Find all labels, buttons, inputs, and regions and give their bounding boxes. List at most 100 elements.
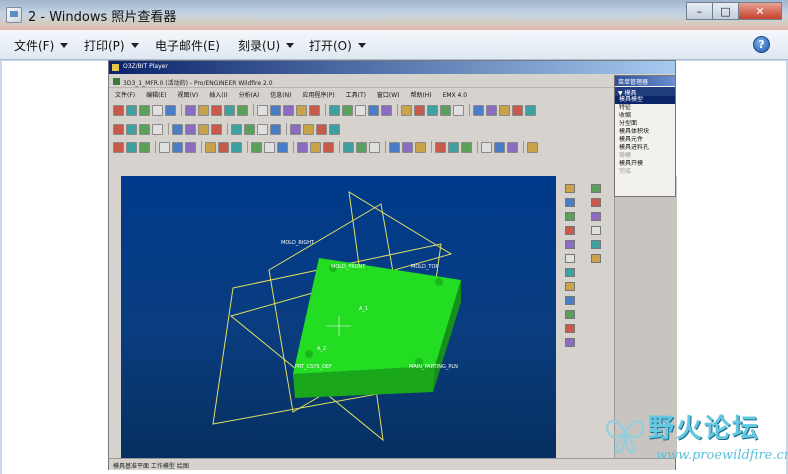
photo-menu-manager-header: 菜单管理器 xyxy=(615,76,675,86)
photo-player-title: O3Z/BIT Player xyxy=(109,61,675,74)
photo-toolbar-icon xyxy=(303,123,314,135)
photo-side-tool-icon xyxy=(565,226,575,235)
menu-open[interactable]: 打开(O) xyxy=(309,37,366,54)
maximize-button[interactable]: □ xyxy=(712,2,739,20)
photo-model-label: MOLD_FRONT xyxy=(331,264,366,270)
menu-print-label: 打印(P) xyxy=(84,39,125,53)
menu-print[interactable]: 打印(P) xyxy=(84,37,139,54)
toolbar-separator xyxy=(469,104,470,116)
photo-toolbar-icon xyxy=(527,141,538,153)
photo-toolbar-icon xyxy=(486,104,497,116)
chevron-down-icon xyxy=(60,43,69,48)
photo-menu-item: 应用程序(P) xyxy=(302,92,335,99)
menu-email[interactable]: 电子邮件(E) xyxy=(155,37,220,54)
photo-menu-manager-section: ▼ 模具 xyxy=(615,87,675,97)
toolbar-separator xyxy=(431,141,432,153)
photo-side-tool-icon xyxy=(565,198,575,207)
toolbar-separator xyxy=(339,141,340,153)
toolbar-separator xyxy=(477,141,478,153)
photo-toolbar-icon xyxy=(231,141,242,153)
photo-toolbar-icon xyxy=(113,104,124,116)
photo-toolbar-icon xyxy=(507,141,518,153)
photo-app-title: 3D3_1_MFR.0 (活动的) - Pro/ENGINEER Wildfir… xyxy=(109,76,675,88)
menu-email-label: 电子邮件(E) xyxy=(155,39,220,53)
photo-menu-manager-item: 模具元件 xyxy=(619,136,644,143)
photo-app-menu: 文件(F) 编辑(E) 视图(V) 插入(I) 分析(A) 信息(N) 应用程序… xyxy=(109,89,675,100)
photo-menu-item: 文件(F) xyxy=(115,92,136,99)
photo-side-tool-icon xyxy=(565,240,575,249)
photo-toolbar-icon xyxy=(152,104,163,116)
photo-toolbar-icon xyxy=(277,141,288,153)
photo-toolbar-2 xyxy=(113,121,342,137)
photo-toolbar-icon xyxy=(205,141,216,153)
photo-toolbar-icon xyxy=(283,104,294,116)
photo-toolbar-icon xyxy=(113,123,124,135)
photo-menu-manager-item: 分型面 xyxy=(619,120,638,127)
toolbar-separator xyxy=(293,141,294,153)
photo-menu-manager-item: 铸模 xyxy=(619,152,632,159)
photo-toolbar-icon xyxy=(270,104,281,116)
photo-toolbar-icon xyxy=(494,141,505,153)
photo-toolbar-icon xyxy=(343,141,354,153)
close-button[interactable]: ✕ xyxy=(738,2,782,20)
photo-status-text: 模具基准平面 工作模型 绘图 xyxy=(109,458,675,470)
photo-toolbar-icon xyxy=(381,104,392,116)
photo-menu-item: 编辑(E) xyxy=(146,92,167,99)
minimize-button[interactable]: – xyxy=(686,2,713,20)
photo-toolbar-icon xyxy=(309,104,320,116)
photo-side-tool-icon xyxy=(591,184,601,193)
photo-toolbar-icon xyxy=(512,104,523,116)
help-icon[interactable]: ? xyxy=(753,36,770,53)
photo-toolbar-icon xyxy=(435,141,446,153)
photo-toolbar-icon xyxy=(264,141,275,153)
photo-menu-manager-item: 模具开模 xyxy=(619,160,644,167)
watermark-url: www.proewildfire.cn xyxy=(656,448,788,463)
photo-toolbar-icon xyxy=(473,104,484,116)
photo-toolbar-icon xyxy=(389,141,400,153)
photo-menu-item: 帮助(H) xyxy=(410,92,432,99)
photo-toolbar-icon xyxy=(257,123,268,135)
toolbar-separator xyxy=(168,123,169,135)
photo-toolbar-icon xyxy=(185,104,196,116)
photo-toolbar-icon xyxy=(139,141,150,153)
photo-viewer-app-icon xyxy=(6,7,22,23)
photo-toolbar-icon xyxy=(126,104,137,116)
photo-toolbar-icon xyxy=(231,123,242,135)
toolbar-separator xyxy=(397,104,398,116)
photo-toolbar-icon xyxy=(185,141,196,153)
photo-toolbar-icon xyxy=(481,141,492,153)
title-bar: 2 - Windows 照片查看器 – □ ✕ xyxy=(0,0,788,30)
photo-toolbar-icon xyxy=(159,141,170,153)
photo-toolbar-icon xyxy=(244,123,255,135)
menu-open-label: 打开(O) xyxy=(309,39,352,53)
menu-burn[interactable]: 刻录(U) xyxy=(238,37,295,54)
photo-toolbar-icon xyxy=(368,104,379,116)
photo-side-tool-icon xyxy=(565,254,575,263)
menu-file[interactable]: 文件(F) xyxy=(14,37,69,54)
photo-toolbar-icon xyxy=(355,104,366,116)
photo-menu-item: 信息(N) xyxy=(270,92,292,99)
mold-block-top-face xyxy=(293,258,461,374)
photo-menu-item: 工具(T) xyxy=(345,92,366,99)
mold-model-graphic xyxy=(212,191,461,442)
photo-toolbar-icon xyxy=(270,123,281,135)
photo-side-tool-icon xyxy=(565,338,575,347)
photo-model-label: MOLD_RIGHT xyxy=(281,240,315,246)
chevron-down-icon xyxy=(357,43,366,48)
photo-toolbar-icon xyxy=(237,104,248,116)
photo-toolbar-icon xyxy=(453,104,464,116)
photo-toolbar-icon xyxy=(427,104,438,116)
photo-model-label: MAIN_PARTING_PLN xyxy=(409,364,458,370)
photo-menu-item: 分析(A) xyxy=(238,92,260,99)
toolbar-separator xyxy=(385,141,386,153)
photo-menu-manager-item: 模具进料孔 xyxy=(619,144,650,151)
photo-toolbar-icon xyxy=(297,141,308,153)
photo-side-tool-icon xyxy=(565,268,575,277)
photo-toolbar-icon xyxy=(461,141,472,153)
photo-toolbar-icon xyxy=(401,104,412,116)
photo-side-tool-icon xyxy=(591,198,601,207)
photo-toolbar-icon xyxy=(290,123,301,135)
watermark-text: 野火论坛 xyxy=(648,414,761,444)
mold-hole xyxy=(435,278,443,286)
photo-toolbar-1 xyxy=(113,102,538,118)
